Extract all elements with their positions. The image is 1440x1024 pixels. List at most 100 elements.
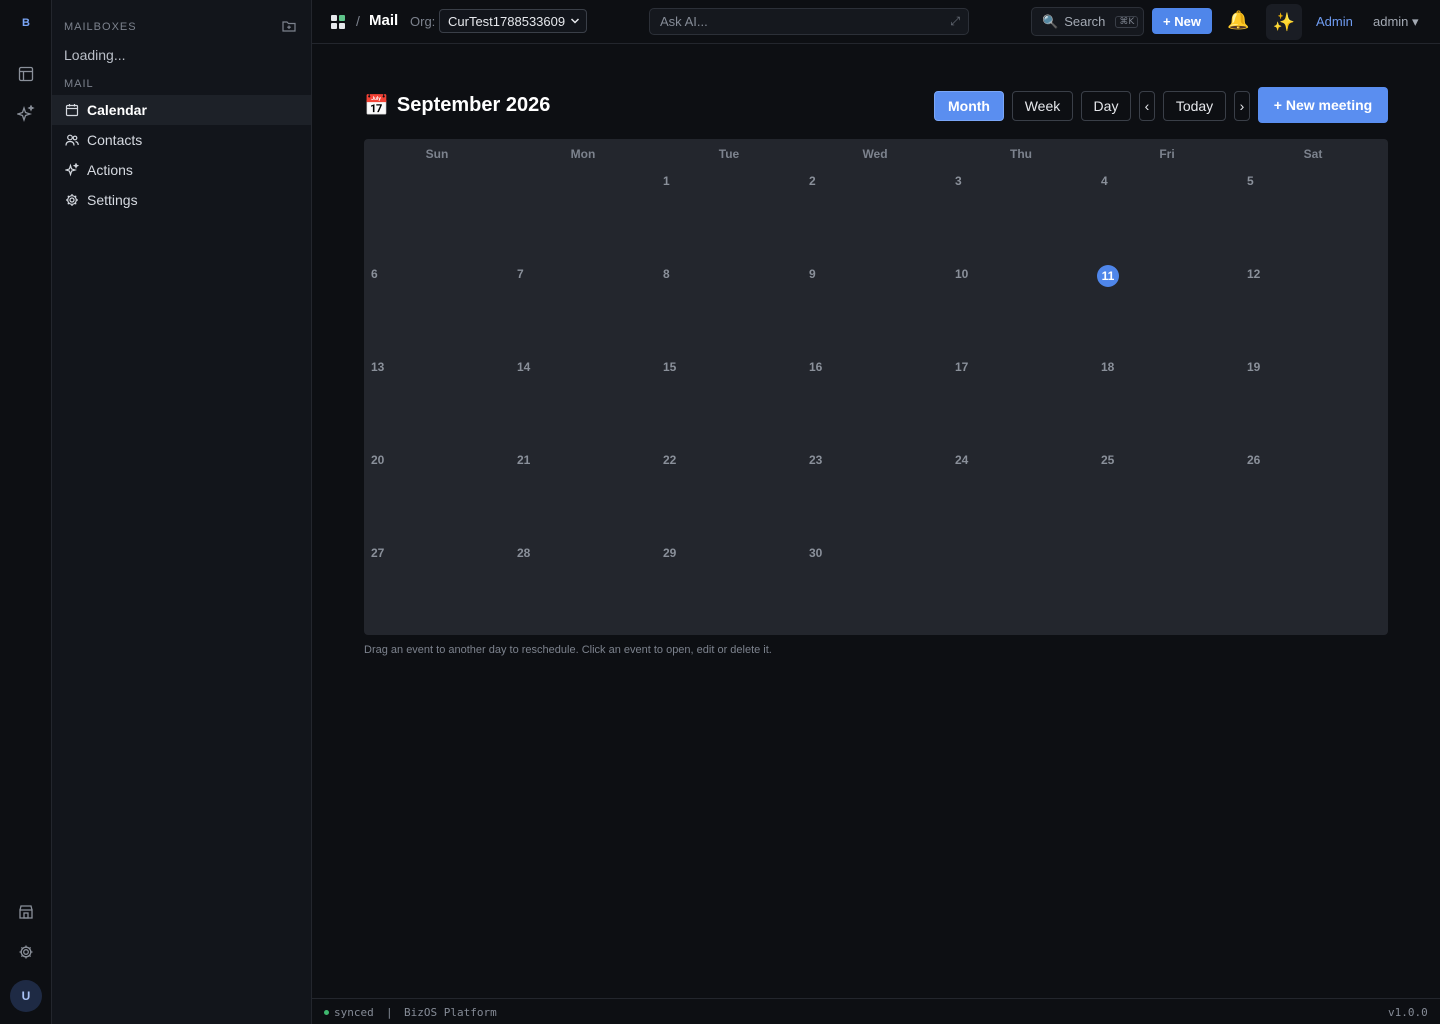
sidebar-item-contacts[interactable]: Contacts <box>52 125 311 155</box>
day-number: 28 <box>517 546 531 560</box>
day-cell[interactable]: 21 <box>510 448 656 541</box>
day-cell[interactable]: 27 <box>364 541 510 634</box>
mail-heading: MAIL <box>64 78 94 90</box>
day-cell[interactable]: 7 <box>510 262 656 355</box>
day-cell[interactable]: 16 <box>802 355 948 448</box>
user-menu[interactable]: admin ▾ <box>1373 14 1419 30</box>
status-separator: | <box>386 1006 393 1019</box>
day-number: 20 <box>371 453 385 467</box>
day-number: 15 <box>663 360 677 374</box>
calendar-icon <box>65 104 79 117</box>
mailboxes-heading: MAILBOXES <box>64 21 137 33</box>
bell-icon[interactable]: 🔔 <box>1227 10 1249 31</box>
day-cell[interactable]: 23 <box>802 448 948 541</box>
day-cell[interactable]: 10 <box>948 262 1094 355</box>
sync-status: synced <box>334 1006 374 1019</box>
day-number: 24 <box>955 453 969 467</box>
day-cell[interactable]: 30 <box>802 541 948 634</box>
day-cell[interactable]: 17 <box>948 355 1094 448</box>
users-icon <box>65 134 79 146</box>
main-content: 📅 September 2026 Month Week Day ‹ Today … <box>312 44 1440 998</box>
day-number: 21 <box>517 453 531 467</box>
day-cell[interactable]: 26 <box>1240 448 1386 541</box>
weekday-header: Mon <box>570 147 596 161</box>
avatar[interactable]: U <box>10 980 42 1012</box>
admin-link[interactable]: Admin <box>1316 14 1353 29</box>
status-bar: synced | BizOS Platform v1.0.0 <box>312 998 1440 1024</box>
ask-ai-input[interactable]: Ask AI... ⤢ <box>649 8 969 35</box>
sparkles-icon[interactable] <box>16 104 36 124</box>
day-cell[interactable]: 20 <box>364 448 510 541</box>
day-cell[interactable]: 19 <box>1240 355 1386 448</box>
day-number: 8 <box>663 267 670 281</box>
ai-assistant-button[interactable]: ✨ <box>1266 4 1302 40</box>
day-cell[interactable]: 15 <box>656 355 802 448</box>
day-cell[interactable]: 9 <box>802 262 948 355</box>
day-cell[interactable]: 12 <box>1240 262 1386 355</box>
day-cell[interactable]: 5 <box>1240 169 1386 262</box>
day-cell[interactable]: 4 <box>1094 169 1240 262</box>
weekday-header: Tue <box>718 147 740 161</box>
day-cell[interactable]: 28 <box>510 541 656 634</box>
day-cell[interactable]: 25 <box>1094 448 1240 541</box>
day-number: 6 <box>371 267 378 281</box>
sidebar-item-settings[interactable]: Settings <box>52 185 311 215</box>
day-cell[interactable]: 22 <box>656 448 802 541</box>
sync-status-dot <box>324 1010 329 1015</box>
weekday-header: Sat <box>1303 147 1323 161</box>
day-cell-today[interactable]: 11 <box>1094 262 1240 355</box>
new-button[interactable]: + New <box>1152 8 1212 34</box>
app-logo[interactable]: B <box>0 17 52 29</box>
version-label: v1.0.0 <box>1388 1006 1428 1019</box>
day-number: 10 <box>955 267 969 281</box>
view-week-button[interactable]: Week <box>1012 91 1073 121</box>
day-cell[interactable]: 3 <box>948 169 1094 262</box>
day-number: 16 <box>809 360 823 374</box>
day-number: 3 <box>955 174 962 188</box>
new-folder-icon[interactable] <box>282 19 298 35</box>
view-day-button[interactable]: Day <box>1081 91 1131 121</box>
day-number: 27 <box>371 546 385 560</box>
view-month-button[interactable]: Month <box>934 91 1004 121</box>
store-icon[interactable] <box>16 902 36 922</box>
day-cell[interactable]: 1 <box>656 169 802 262</box>
sidebar-item-calendar[interactable]: Calendar <box>52 95 311 125</box>
day-number: 14 <box>517 360 531 374</box>
day-cell[interactable]: 14 <box>510 355 656 448</box>
today-button[interactable]: Today <box>1163 91 1226 121</box>
day-cell[interactable]: 24 <box>948 448 1094 541</box>
mailboxes-loading: Loading... <box>64 47 126 63</box>
prev-button[interactable]: ‹ <box>1139 91 1155 121</box>
day-number: 25 <box>1101 453 1115 467</box>
weekday-header: Sun <box>425 147 449 161</box>
day-number: 23 <box>809 453 823 467</box>
weekday-header: Thu <box>1010 147 1032 161</box>
day-cell[interactable]: 8 <box>656 262 802 355</box>
day-cell[interactable]: 13 <box>364 355 510 448</box>
search-button[interactable]: 🔍 Search ⌘K <box>1031 7 1144 36</box>
search-icon: 🔍 <box>1042 13 1059 29</box>
next-button[interactable]: › <box>1234 91 1250 121</box>
org-select[interactable]: CurTest1788533609 <box>439 9 587 33</box>
calendar-emoji-icon: 📅 <box>364 95 389 117</box>
table-icon[interactable] <box>16 64 36 84</box>
search-label: Search <box>1064 14 1106 29</box>
day-cell[interactable]: 29 <box>656 541 802 634</box>
breadcrumb-current[interactable]: Mail <box>369 12 398 29</box>
day-number: 19 <box>1247 360 1261 374</box>
day-cell[interactable]: 6 <box>364 262 510 355</box>
apps-grid-icon[interactable] <box>330 14 346 30</box>
day-cell[interactable]: 18 <box>1094 355 1240 448</box>
gear-icon[interactable] <box>16 942 36 962</box>
new-meeting-button[interactable]: + New meeting <box>1258 87 1388 123</box>
day-cell[interactable]: 2 <box>802 169 948 262</box>
calendar-title-text: September 2026 <box>396 94 551 116</box>
day-number: 11 <box>1097 265 1119 287</box>
day-number: 26 <box>1247 453 1261 467</box>
weekday-header: Fri <box>1159 147 1175 161</box>
expand-icon[interactable]: ⤢ <box>950 14 960 29</box>
sidebar-item-actions[interactable]: Actions <box>52 155 311 185</box>
day-number: 29 <box>663 546 677 560</box>
page-title: 📅 September 2026 <box>364 93 550 118</box>
org-select-value: CurTest1788533609 <box>448 13 566 29</box>
